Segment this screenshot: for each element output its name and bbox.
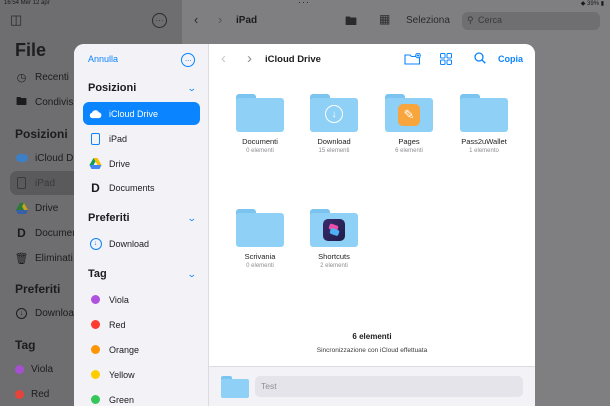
back-chevron-icon[interactable]: ‹: [221, 50, 226, 67]
more-options-icon[interactable]: ···: [152, 13, 167, 28]
filename-bar: Test: [209, 366, 535, 406]
folder-icon: [236, 209, 284, 247]
shortcuts-app-icon: [323, 219, 345, 241]
sidebar-tag-red[interactable]: Red: [83, 313, 200, 336]
picker-sidebar: Annulla ··· Posizioni ⌄ iCloud Drive iPa…: [74, 44, 209, 406]
tag-dot-icon: [91, 320, 100, 329]
sidebar-item-trash[interactable]: 🗑 Eliminati: [14, 252, 73, 265]
folder-icon: [221, 376, 249, 398]
forward-chevron-icon[interactable]: ›: [218, 12, 222, 27]
tag-dot-icon: [15, 390, 24, 399]
new-folder-icon[interactable]: [404, 52, 421, 68]
tag-dot-icon: [15, 365, 24, 374]
sync-status: Sincronizzazione con iCloud effettuata: [316, 347, 428, 354]
tag-dot-icon: [91, 395, 100, 404]
drive-icon: [15, 202, 28, 214]
tag-dot-icon: [91, 345, 100, 354]
item-count: 6 elementi: [352, 332, 392, 341]
status-bar: 16:54 Mer 12 apr ··· ◆ 39% ▮: [0, 0, 610, 8]
battery-status: ◆ 39% ▮: [580, 1, 604, 7]
documents-icon: D: [91, 180, 100, 195]
select-button[interactable]: Seleziona: [406, 15, 450, 26]
document-picker-sheet: Annulla ··· Posizioni ⌄ iCloud Drive iPa…: [74, 44, 535, 406]
new-folder-icon[interactable]: 🖿: [345, 12, 357, 33]
app-title: File: [15, 40, 47, 60]
search-icon[interactable]: [474, 52, 486, 67]
ipad-icon: [15, 177, 28, 189]
icloud-icon: [15, 152, 28, 164]
folder-item-scrivania[interactable]: Scrivania 0 elementi: [225, 209, 295, 269]
section-positions: Posizioni: [15, 127, 68, 141]
chevron-down-icon[interactable]: ⌄: [187, 83, 197, 94]
tag-dot-icon: [91, 295, 100, 304]
background-title: iPad: [236, 15, 258, 26]
sidebar-tag-orange[interactable]: Orange: [83, 338, 200, 361]
sidebar-tag-red[interactable]: Red: [15, 389, 49, 400]
sidebar-tag-yellow[interactable]: Yellow: [83, 363, 200, 386]
sidebar-toggle-icon[interactable]: ◫: [10, 12, 22, 28]
multitasking-dots-icon[interactable]: ···: [298, 0, 310, 7]
icloud-icon: [89, 108, 102, 120]
download-icon: ↓: [325, 105, 343, 123]
grid-view-icon[interactable]: ▦: [379, 12, 390, 26]
sidebar-item-drive[interactable]: Drive: [15, 202, 58, 214]
folder-item-download[interactable]: ↓ Download 15 elementi: [299, 94, 369, 154]
cancel-button[interactable]: Annulla: [88, 54, 118, 64]
location-title: iCloud Drive: [265, 54, 321, 65]
back-chevron-icon[interactable]: ‹: [194, 12, 198, 27]
documents-icon: D: [17, 226, 26, 240]
section-favorites: Preferiti: [88, 212, 130, 224]
sidebar-item-shared[interactable]: 🖿 Condivisi: [15, 96, 76, 108]
sidebar-item-documents[interactable]: D Documents: [83, 176, 200, 199]
folder-item-shortcuts[interactable]: Shortcuts 2 elementi: [299, 209, 369, 269]
sidebar-item-download[interactable]: ↓ Downloa: [15, 307, 74, 319]
search-icon: ⚲: [467, 15, 474, 25]
chevron-down-icon[interactable]: ⌄: [187, 269, 197, 280]
sidebar-tag-green[interactable]: Green: [83, 388, 200, 406]
section-tags: Tag: [88, 268, 107, 280]
sidebar-tag-viola[interactable]: Viola: [15, 364, 53, 375]
tag-dot-icon: [91, 370, 100, 379]
sidebar-item-drive[interactable]: Drive: [83, 152, 200, 175]
sidebar-item-documents[interactable]: D Documer: [15, 226, 75, 240]
sidebar-tag-viola[interactable]: Viola: [83, 288, 200, 311]
download-icon: ↓: [15, 307, 28, 319]
sidebar-item-ipad[interactable]: iPad: [15, 177, 55, 189]
section-favorites: Preferiti: [15, 282, 61, 296]
pages-app-icon: ✎: [398, 104, 420, 126]
folder-item-pass2uwallet[interactable]: Pass2uWallet 1 elemento: [449, 94, 519, 154]
section-tags: Tag: [15, 338, 36, 352]
background-search-field[interactable]: ⚲ Cerca: [462, 12, 600, 30]
ipad-icon: [89, 132, 102, 145]
status-time: 16:54 Mer 12 apr: [4, 0, 50, 6]
sidebar-item-ipad[interactable]: iPad: [83, 127, 200, 150]
grid-view-icon[interactable]: [440, 53, 452, 68]
folder-icon: ✎: [385, 94, 433, 132]
folder-icon: [236, 94, 284, 132]
picker-content: ‹ › iCloud Drive Copia Documenti 0 eleme…: [209, 44, 535, 406]
copy-button[interactable]: Copia: [498, 54, 523, 64]
shared-folder-icon: 🖿: [16, 95, 27, 108]
chevron-down-icon[interactable]: ⌄: [187, 213, 197, 224]
sidebar-item-icloud-drive[interactable]: iCloud Drive: [83, 102, 200, 125]
folder-item-documenti[interactable]: Documenti 0 elementi: [225, 94, 295, 154]
filename-field[interactable]: Test: [255, 376, 523, 397]
trash-icon: 🗑: [14, 252, 29, 265]
folder-icon: [460, 94, 508, 132]
clock-icon: ◷: [16, 71, 27, 84]
forward-chevron-icon[interactable]: ›: [247, 50, 252, 67]
section-positions: Posizioni: [88, 82, 137, 94]
folder-icon: ↓: [310, 94, 358, 132]
folder-icon: [310, 209, 358, 247]
sidebar-item-icloud[interactable]: iCloud Dr: [15, 152, 77, 164]
sidebar-item-recents[interactable]: ◷ Recenti: [15, 71, 69, 84]
download-icon: ↓: [89, 237, 102, 250]
sidebar-item-download[interactable]: ↓ Download: [83, 232, 200, 255]
more-options-icon[interactable]: ···: [181, 53, 195, 67]
drive-icon: [89, 158, 102, 170]
folder-item-pages[interactable]: ✎ Pages 6 elementi: [374, 94, 444, 154]
